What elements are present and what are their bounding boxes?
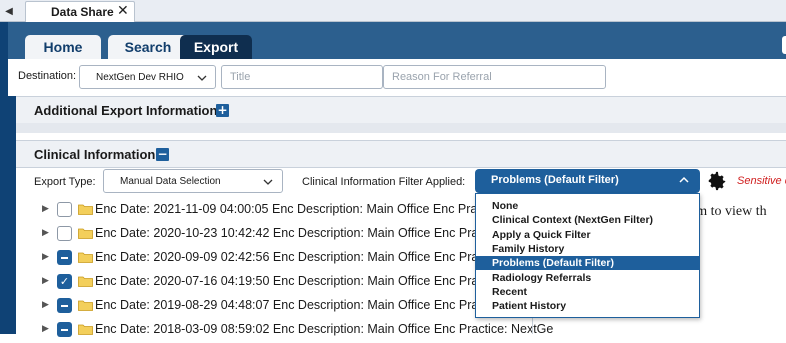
collapse-minus-icon[interactable]: − xyxy=(156,148,169,161)
tab-export[interactable]: Export xyxy=(180,35,252,59)
destination-label: Destination: xyxy=(18,70,77,82)
folder-icon xyxy=(78,276,93,287)
tab-home[interactable]: Home xyxy=(25,35,101,59)
chevron-down-icon xyxy=(197,75,207,81)
reason-placeholder: Reason For Referral xyxy=(392,71,492,83)
expand-arrow-icon[interactable]: ▶ xyxy=(42,300,49,310)
filter-option[interactable]: Radiology Referrals xyxy=(476,271,699,285)
folder-icon xyxy=(78,300,93,311)
folder-icon xyxy=(78,228,93,239)
document-tab-strip: ◀ Data Share ✕ xyxy=(0,0,786,23)
document-tab-label: Data Share xyxy=(51,5,114,19)
clinical-information-section-header[interactable]: Clinical Information − xyxy=(16,140,786,168)
expand-plus-icon[interactable]: + xyxy=(216,104,229,117)
close-tab-icon[interactable]: ✕ xyxy=(117,3,129,19)
expand-arrow-icon[interactable]: ▶ xyxy=(42,252,49,262)
encounter-label: Enc Date: 2020-09-09 02:42:56 Enc Descri… xyxy=(95,250,505,264)
encounter-label: Enc Date: 2020-07-16 04:19:50 Enc Descri… xyxy=(95,274,505,288)
export-type-label: Export Type: xyxy=(34,176,96,188)
expand-arrow-icon[interactable]: ▶ xyxy=(42,228,49,238)
destination-row: Destination: NextGen Dev RHIO Title Reas… xyxy=(8,59,786,96)
encounter-label: Enc Date: 2021-11-09 04:00:05 Enc Descri… xyxy=(95,202,504,216)
filter-value: Problems (Default Filter) xyxy=(491,174,619,186)
section-spacer xyxy=(16,123,786,133)
title-placeholder: Title xyxy=(230,71,251,83)
sensitive-data-notice: Sensitive d xyxy=(737,175,786,187)
left-accent-strip xyxy=(8,96,16,334)
folder-icon xyxy=(78,324,93,335)
expand-arrow-icon[interactable]: ▶ xyxy=(42,324,49,334)
filter-option[interactable]: Clinical Context (NextGen Filter) xyxy=(476,213,699,227)
title-input[interactable]: Title xyxy=(221,65,383,89)
clinical-filter-select[interactable]: Problems (Default Filter) xyxy=(475,169,700,193)
export-type-value: Manual Data Selection xyxy=(120,176,221,187)
destination-value: NextGen Dev RHIO xyxy=(96,72,184,83)
encounter-label: Enc Date: 2019-08-29 04:48:07 Enc Descri… xyxy=(95,298,505,312)
encounter-checkbox[interactable] xyxy=(57,226,72,241)
encounter-checkbox[interactable] xyxy=(57,322,72,337)
folder-icon xyxy=(78,252,93,263)
export-type-select[interactable]: Manual Data Selection xyxy=(103,169,283,193)
encounter-row[interactable]: ▶ Enc Date: 2021-11-09 04:00:05 Enc Descr… xyxy=(40,199,503,223)
tab-scroll-left-icon[interactable]: ◀ xyxy=(2,3,16,19)
filter-applied-label: Clinical Information Filter Applied: xyxy=(302,176,466,188)
additional-export-section-header[interactable]: Additional Export Information + xyxy=(16,96,786,124)
filter-option[interactable]: Problems (Default Filter) xyxy=(476,256,699,271)
encounter-checkbox[interactable] xyxy=(57,202,72,217)
encounter-row[interactable]: ▶ Enc Date: 2018-03-09 08:59:02 Enc Descr… xyxy=(40,319,553,343)
expand-arrow-icon[interactable]: ▶ xyxy=(42,204,49,214)
encounter-checkbox[interactable] xyxy=(57,298,72,313)
filter-option[interactable]: Apply a Quick Filter xyxy=(476,228,699,242)
chevron-down-icon xyxy=(263,179,273,185)
reason-for-referral-input[interactable]: Reason For Referral xyxy=(383,65,606,89)
encounter-label: Enc Date: 2020-10-23 10:42:42 Enc Descri… xyxy=(95,226,505,240)
right-panel-text: em to view th xyxy=(690,204,767,219)
expand-arrow-icon[interactable]: ▶ xyxy=(42,276,49,286)
encounter-row[interactable]: ▶ Enc Date: 2019-08-29 04:48:07 Enc Descr… xyxy=(40,295,504,319)
folder-icon xyxy=(78,204,93,215)
filter-option[interactable]: None xyxy=(476,199,699,213)
encounter-checkbox[interactable]: ✓ xyxy=(57,274,72,289)
document-tab-data-share[interactable]: Data Share ✕ xyxy=(25,1,135,23)
header-corner-button[interactable] xyxy=(782,36,786,54)
clinical-filter-dropdown: None Clinical Context (NextGen Filter) App… xyxy=(475,193,700,318)
chevron-up-icon xyxy=(679,176,689,183)
section-title: Clinical Information xyxy=(34,147,156,162)
gear-icon[interactable] xyxy=(706,170,728,192)
encounter-row[interactable]: ▶ ✓ Enc Date: 2020-07-16 04:19:50 Enc Desc… xyxy=(40,271,504,295)
section-title: Additional Export Information xyxy=(34,103,218,118)
filter-option[interactable]: Family History xyxy=(476,242,699,256)
filter-option[interactable]: Recent xyxy=(476,285,699,299)
filter-option[interactable]: Patient History xyxy=(476,299,699,313)
encounter-row[interactable]: ▶ Enc Date: 2020-10-23 10:42:42 Enc Descr… xyxy=(40,223,504,247)
destination-select[interactable]: NextGen Dev RHIO xyxy=(79,65,216,89)
encounter-checkbox[interactable] xyxy=(57,250,72,265)
header-bar: Home Search Export xyxy=(8,22,786,59)
encounter-row[interactable]: ▶ Enc Date: 2020-09-09 02:42:56 Enc Descr… xyxy=(40,247,504,271)
tab-search[interactable]: Search xyxy=(108,35,188,59)
